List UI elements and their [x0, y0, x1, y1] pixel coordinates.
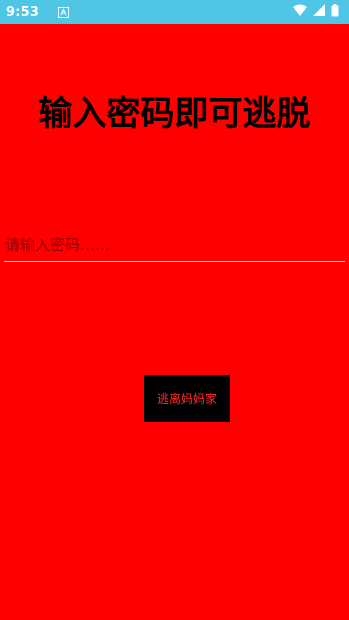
wifi-icon — [293, 4, 307, 20]
escape-button[interactable]: 逃离妈妈家 — [144, 375, 230, 422]
status-bar: 9:53 — [0, 0, 349, 24]
password-input[interactable] — [4, 232, 345, 262]
app-screen: 9:53 输入密码即可逃脱 逃离妈妈家 — [0, 0, 349, 620]
page-title: 输入密码即可逃脱 — [38, 94, 311, 134]
cell-signal-icon — [313, 4, 325, 20]
status-time: 9:53 — [6, 4, 40, 20]
a-letter-notification-icon — [57, 6, 69, 18]
battery-icon — [331, 3, 339, 21]
status-icons — [293, 3, 339, 21]
